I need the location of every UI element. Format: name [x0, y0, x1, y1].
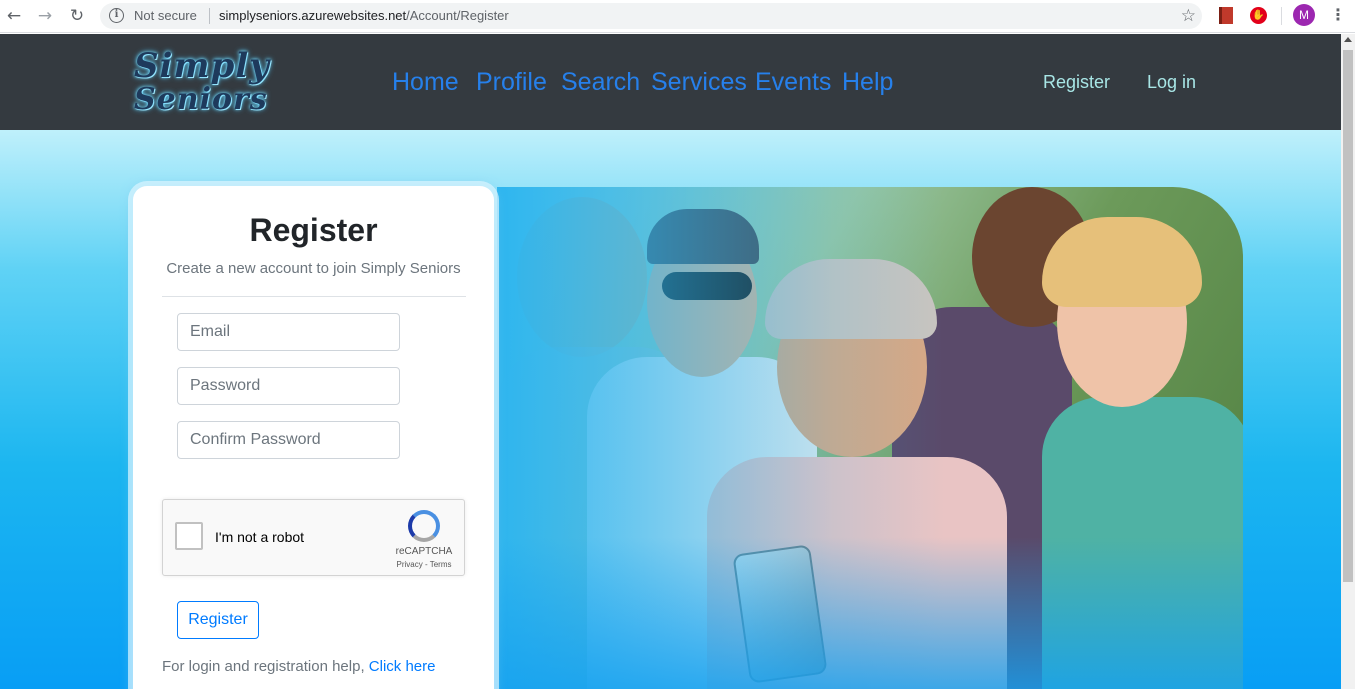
- recaptcha-label: I'm not a robot: [215, 529, 305, 545]
- nav-link-home[interactable]: Home: [392, 68, 459, 97]
- help-text: For login and registration help, Click h…: [162, 658, 435, 675]
- back-arrow-icon[interactable]: ←: [3, 5, 25, 27]
- card-divider: [162, 296, 466, 297]
- recaptcha-terms-link[interactable]: Privacy - Terms: [383, 560, 465, 569]
- recaptcha-brand: reCAPTCHA: [395, 546, 453, 557]
- password-field[interactable]: [177, 367, 400, 405]
- email-field[interactable]: [177, 313, 400, 351]
- register-title: Register: [249, 212, 378, 248]
- nav-link-services[interactable]: Services: [651, 68, 747, 97]
- help-link[interactable]: Click here: [369, 658, 436, 675]
- nav-link-profile[interactable]: Profile: [476, 68, 547, 97]
- reload-icon[interactable]: ↻: [66, 5, 88, 27]
- logo-line1: Simply: [134, 46, 270, 86]
- address-separator: [209, 8, 210, 24]
- nav-link-search[interactable]: Search: [561, 68, 640, 97]
- kebab-menu-icon[interactable]: ⋮: [1330, 5, 1346, 24]
- toolbar-divider: [1281, 7, 1282, 25]
- recaptcha-checkbox[interactable]: [175, 522, 203, 550]
- register-card: Register Create a new account to join Si…: [133, 186, 494, 689]
- page-background: Register Create a new account to join Si…: [0, 130, 1341, 689]
- recaptcha-logo-icon: [408, 510, 440, 542]
- star-icon[interactable]: ☆: [1181, 6, 1196, 26]
- help-text-label: For login and registration help,: [162, 658, 365, 675]
- site-navbar: Simply Seniors Home Profile Search Servi…: [0, 34, 1341, 130]
- nav-register-link[interactable]: Register: [1043, 72, 1110, 93]
- scroll-up-icon[interactable]: [1344, 37, 1352, 42]
- nav-login-link[interactable]: Log in: [1147, 72, 1196, 93]
- browser-toolbar: ← → ↻ i Not secure simplyseniors.azurewe…: [0, 0, 1355, 33]
- adblock-icon[interactable]: ✋: [1250, 7, 1267, 24]
- url-text[interactable]: simplyseniors.azurewebsites.net/Account/…: [219, 8, 509, 23]
- profile-avatar[interactable]: M: [1293, 4, 1315, 26]
- url-host: simplyseniors.azurewebsites.net: [219, 8, 407, 23]
- register-button[interactable]: Register: [177, 601, 259, 639]
- logo-line2: Seniors: [134, 82, 268, 117]
- url-path: /Account/Register: [406, 8, 509, 23]
- recaptcha-widget: I'm not a robot reCAPTCHA Privacy - Term…: [162, 499, 465, 576]
- confirm-password-field[interactable]: [177, 421, 400, 459]
- info-icon[interactable]: i: [109, 8, 124, 23]
- hero-bottom-fade: [497, 537, 1243, 689]
- nav-link-help[interactable]: Help: [842, 68, 893, 97]
- forward-arrow-icon[interactable]: →: [34, 5, 56, 27]
- hero-photo: [497, 187, 1243, 689]
- page-scrollbar[interactable]: [1341, 34, 1355, 689]
- not-secure-label: Not secure: [134, 8, 197, 23]
- nav-link-events[interactable]: Events: [755, 68, 831, 97]
- extension-icon[interactable]: [1219, 7, 1233, 24]
- register-subtitle: Create a new account to join Simply Seni…: [166, 260, 461, 277]
- simply-seniors-logo[interactable]: Simply Seniors: [132, 42, 292, 122]
- address-bar[interactable]: i Not secure simplyseniors.azurewebsites…: [100, 3, 1202, 29]
- scrollbar-thumb[interactable]: [1343, 50, 1353, 582]
